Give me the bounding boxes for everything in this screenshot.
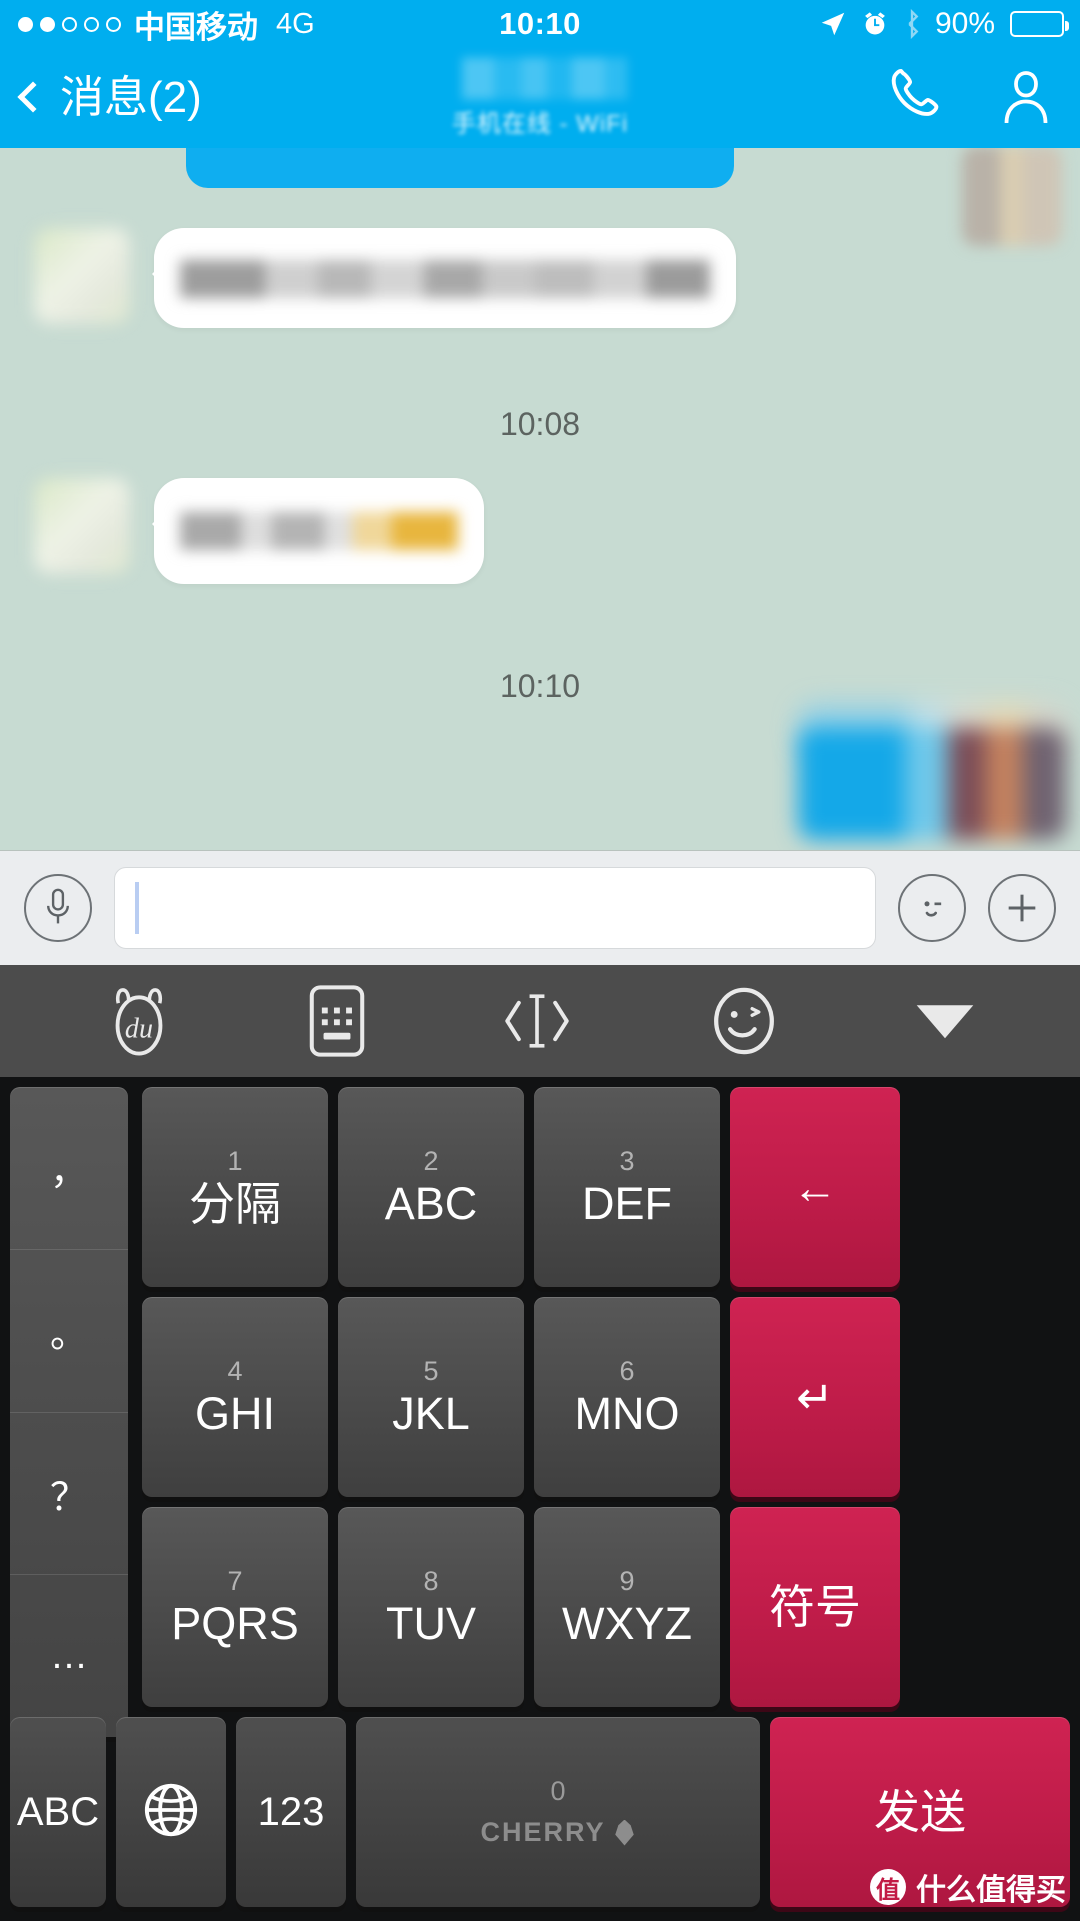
message-bubble-incoming[interactable]	[152, 478, 484, 584]
key-label: JKL	[392, 1388, 470, 1439]
key-space[interactable]: 0 CHERRY	[356, 1717, 760, 1907]
message-bubble-outgoing-clipped[interactable]	[186, 148, 734, 188]
key-7-pqrs[interactable]: 7 PQRS	[142, 1507, 328, 1707]
key-label: ABC	[16, 1790, 100, 1834]
chevron-left-icon	[17, 81, 49, 113]
key-number: 0	[550, 1776, 566, 1806]
key-label: MNO	[574, 1388, 680, 1439]
cherry-brand-text: CHERRY	[480, 1817, 606, 1847]
message-text-input[interactable]	[114, 867, 876, 949]
baidu-logo-icon[interactable]: du	[103, 984, 175, 1058]
contact-status-subtitle: 手机在线 - WiFi	[451, 110, 629, 138]
key-number: 8	[423, 1566, 439, 1596]
contact-title-block[interactable]: 手机在线 - WiFi	[330, 57, 750, 139]
plus-icon[interactable]	[988, 874, 1056, 942]
microphone-icon[interactable]	[24, 874, 92, 942]
cherry-brand-logo: CHERRY	[480, 1817, 635, 1848]
text-cursor	[135, 882, 139, 934]
key-8-tuv[interactable]: 8 TUV	[338, 1507, 524, 1707]
bluetooth-icon	[902, 9, 922, 39]
key-number: 4	[227, 1356, 243, 1386]
navigation-bar: 消息(2) 手机在线 - WiFi	[0, 48, 1080, 148]
message-timestamp: 10:08	[499, 406, 581, 442]
emoji-wink-icon[interactable]	[898, 874, 966, 942]
punct-key-ellipsis[interactable]: …	[10, 1574, 128, 1737]
avatar	[962, 148, 1062, 246]
watermark-badge-icon: 值	[870, 1869, 906, 1905]
keyboard-toolbar: du	[0, 965, 1080, 1077]
message-bubble-incoming[interactable]	[152, 228, 736, 328]
key-number: 5	[423, 1356, 439, 1386]
key-number: 6	[619, 1356, 635, 1386]
key-label: 符号	[769, 1581, 861, 1633]
key-label: DEF	[582, 1178, 672, 1229]
back-button-label: 消息(2)	[60, 73, 202, 122]
collapse-keyboard-icon[interactable]	[913, 999, 977, 1043]
message-image-outgoing[interactable]	[798, 728, 1066, 840]
key-1-fenge[interactable]: 1 分隔	[142, 1087, 328, 1287]
key-number-mode[interactable]: 123	[236, 1717, 346, 1907]
key-label: 分隔	[189, 1177, 281, 1230]
watermark-text: 什么值得买	[916, 1874, 1066, 1907]
key-label: ABC	[384, 1178, 478, 1229]
key-number: 2	[423, 1146, 439, 1176]
message-row-incoming[interactable]	[34, 228, 736, 328]
message-timestamp: 10:10	[499, 668, 581, 704]
avatar[interactable]	[34, 478, 130, 574]
message-row-incoming[interactable]	[34, 478, 484, 584]
cursor-move-icon[interactable]	[499, 989, 575, 1053]
battery-icon	[1010, 11, 1069, 37]
phone-screen: 中国移动 4G 10:10 90% 消息(2) 手机在线 - WiFi 10:0…	[0, 0, 1080, 1921]
key-number: 1	[227, 1145, 243, 1176]
status-bar: 中国移动 4G 10:10 90%	[0, 0, 1080, 48]
battery-percent: 90%	[934, 7, 995, 40]
key-9-wxyz[interactable]: 9 WXYZ	[534, 1507, 720, 1707]
punct-key-comma[interactable]: ，	[10, 1087, 128, 1249]
punct-key-period[interactable]: 。	[10, 1248, 128, 1412]
key-backspace[interactable]: ←	[730, 1087, 900, 1287]
keyboard-switch-icon[interactable]	[308, 984, 366, 1058]
send-button-label: 发送	[874, 1786, 966, 1838]
key-number: 7	[227, 1566, 243, 1596]
globe-icon	[142, 1781, 200, 1844]
key-enter[interactable]: ↵	[730, 1297, 900, 1497]
key-symbols[interactable]: 符号	[730, 1507, 900, 1707]
key-5-jkl[interactable]: 5 JKL	[338, 1297, 524, 1497]
message-input-bar	[0, 850, 1080, 965]
punct-key-question[interactable]: ？	[10, 1411, 128, 1575]
key-abc-mode[interactable]: ABC	[10, 1717, 106, 1907]
profile-icon[interactable]	[996, 65, 1056, 132]
key-label: GHI	[194, 1388, 275, 1439]
emoji-smiley-icon[interactable]	[708, 985, 780, 1057]
message-text-redacted	[180, 260, 710, 298]
key-label: TUV	[386, 1598, 476, 1649]
location-arrow-icon	[818, 9, 848, 39]
t9-keypad: ， 。 ？ … 1 分隔 2 ABC 3 DEF ← 4 GHI 5 JKL 6…	[0, 1077, 1080, 1921]
svg-text:du: du	[125, 1013, 153, 1044]
key-language-globe[interactable]	[116, 1717, 226, 1907]
avatar[interactable]	[34, 228, 130, 324]
key-6-mno[interactable]: 6 MNO	[534, 1297, 720, 1497]
watermark: 值 什么值得买	[870, 1865, 1066, 1909]
key-3-def[interactable]: 3 DEF	[534, 1087, 720, 1287]
key-label: WXYZ	[562, 1598, 692, 1649]
contact-name-redacted	[425, 57, 655, 100]
key-2-abc[interactable]: 2 ABC	[338, 1087, 524, 1287]
key-4-ghi[interactable]: 4 GHI	[142, 1297, 328, 1497]
chat-message-list[interactable]: 10:08 10:10	[0, 148, 1080, 850]
key-number: 9	[619, 1566, 635, 1596]
message-text-redacted	[180, 512, 458, 550]
phone-call-icon[interactable]	[884, 65, 946, 132]
back-button[interactable]: 消息(2)	[17, 73, 202, 122]
punctuation-column[interactable]: ， 。 ？ …	[10, 1087, 128, 1737]
key-label: 123	[257, 1790, 325, 1834]
key-number: 3	[619, 1146, 635, 1176]
key-label: PQRS	[171, 1598, 299, 1649]
cherry-mark-icon	[615, 1819, 634, 1846]
alarm-clock-icon	[861, 10, 889, 38]
enter-icon: ↵	[796, 1371, 834, 1423]
backspace-icon: ←	[792, 1161, 838, 1213]
